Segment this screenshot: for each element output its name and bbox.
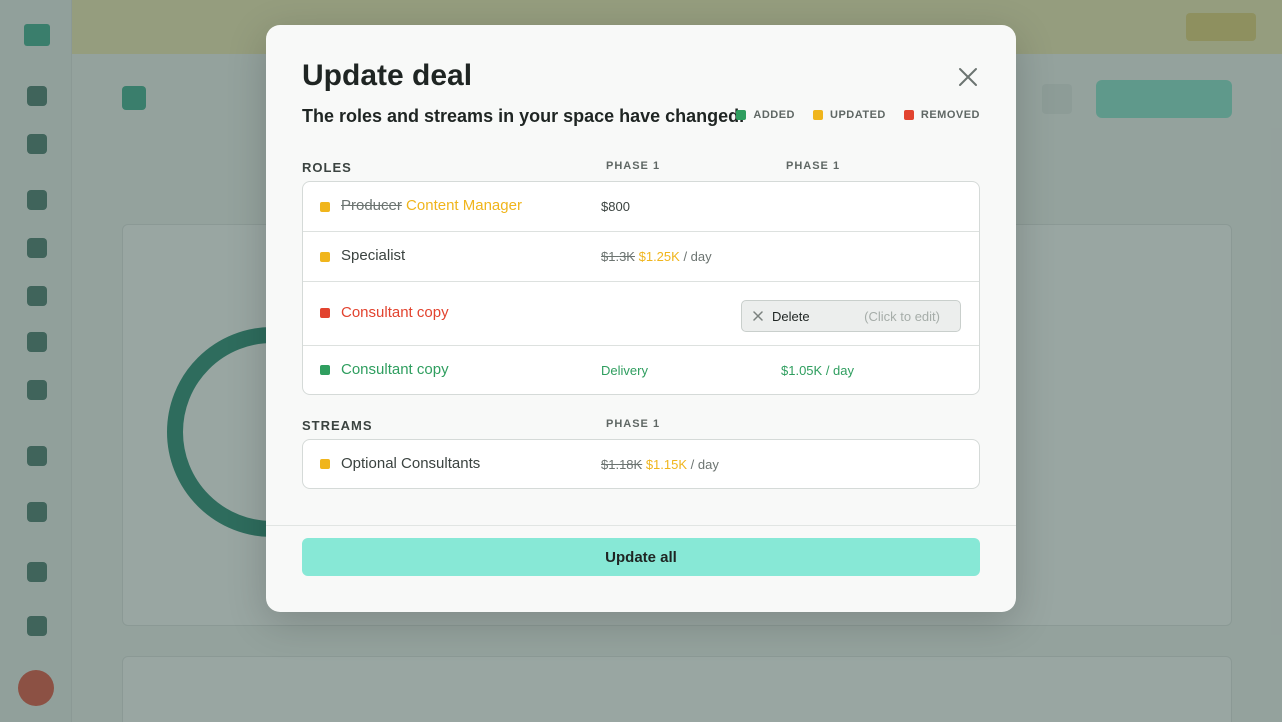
removed-marker bbox=[320, 308, 330, 318]
stream-phase1-rate: $1.18K $1.15K / day bbox=[601, 457, 719, 472]
role-name: Producer Content Manager bbox=[341, 197, 522, 214]
stream-name: Optional Consultants bbox=[341, 455, 481, 472]
click-to-edit-hint: (Click to edit) bbox=[864, 309, 940, 324]
updated-marker bbox=[813, 110, 824, 120]
update-all-button[interactable]: Update all bbox=[302, 538, 980, 576]
role-phase1b-rate: $1.05K / day bbox=[781, 363, 854, 378]
rate-unit: / day bbox=[683, 249, 712, 264]
role-phase1-rate: $1.3K $1.25K / day bbox=[601, 249, 712, 264]
streams-header: STREAMS bbox=[302, 418, 373, 433]
update-deal-modal: Update deal The roles and streams in you… bbox=[266, 25, 1016, 612]
role-row: Specialist $1.3K $1.25K / day bbox=[303, 232, 979, 282]
role-phase1-value: Delivery bbox=[601, 363, 648, 378]
close-button[interactable] bbox=[956, 65, 980, 89]
modal-subtitle: The roles and streams in your space have… bbox=[302, 106, 745, 126]
legend-added: ADDED bbox=[736, 109, 795, 121]
footer-divider bbox=[266, 525, 1016, 526]
roles-table: Producer Content Manager $800 Specialist… bbox=[302, 181, 980, 395]
legend-label: ADDED bbox=[753, 109, 796, 121]
role-row: Consultant copy Delivery $1.05K / day bbox=[303, 346, 979, 394]
role-name: Consultant copy bbox=[341, 304, 449, 321]
modal-title: Update deal bbox=[302, 59, 473, 92]
roles-col-phase-1: PHASE 1 bbox=[606, 160, 661, 172]
role-phase1-rate: $800 bbox=[601, 199, 630, 214]
role-name: Consultant copy bbox=[341, 361, 449, 378]
updated-marker bbox=[320, 252, 330, 262]
delete-action-select[interactable]: Delete (Click to edit) bbox=[741, 300, 961, 332]
role-row: Consultant copy Delete (Click to edit) bbox=[303, 282, 979, 346]
old-rate: $1.18K bbox=[601, 457, 643, 472]
role-new-name: Content Manager bbox=[406, 197, 522, 214]
updated-marker bbox=[320, 459, 330, 469]
role-row: Producer Content Manager $800 bbox=[303, 182, 979, 232]
updated-marker bbox=[320, 202, 330, 212]
role-name: Specialist bbox=[341, 247, 406, 264]
legend-removed: REMOVED bbox=[903, 109, 980, 121]
legend-updated: UPDATED bbox=[813, 109, 886, 121]
role-old-name: Producer bbox=[341, 197, 402, 214]
old-rate: $1.3K bbox=[601, 249, 635, 264]
delete-label: Delete bbox=[772, 309, 810, 324]
new-rate: $1.25K bbox=[638, 249, 680, 264]
added-marker bbox=[736, 110, 747, 120]
streams-col-phase-1: PHASE 1 bbox=[606, 418, 661, 430]
close-icon bbox=[753, 311, 763, 321]
close-icon bbox=[959, 68, 977, 86]
streams-table: Optional Consultants $1.18K $1.15K / day bbox=[302, 439, 980, 489]
roles-col-phase-1b: PHASE 1 bbox=[786, 160, 841, 172]
status-legend: ADDED UPDATED REMOVED bbox=[736, 109, 980, 121]
removed-marker bbox=[903, 110, 914, 120]
roles-header: ROLES bbox=[302, 160, 352, 175]
stream-row: Optional Consultants $1.18K $1.15K / day bbox=[303, 440, 979, 488]
rate-unit: / day bbox=[690, 457, 719, 472]
added-marker bbox=[320, 365, 330, 375]
legend-label: UPDATED bbox=[830, 109, 886, 121]
new-rate: $1.15K bbox=[645, 457, 688, 472]
legend-label: REMOVED bbox=[920, 109, 980, 121]
